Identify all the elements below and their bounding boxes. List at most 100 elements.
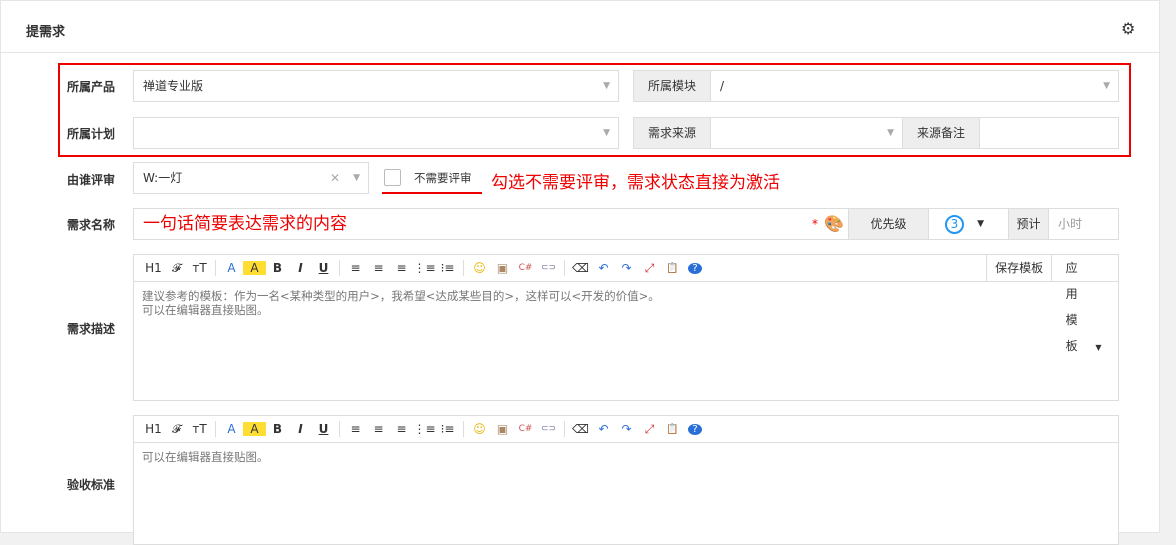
annotation-underline [382, 192, 482, 194]
align-center-icon[interactable]: ≡ [367, 261, 390, 275]
align-left-icon[interactable]: ≡ [344, 422, 367, 436]
eraser-icon[interactable]: ⌫ [569, 261, 592, 275]
font-family-icon[interactable]: 𝓕 [165, 261, 188, 276]
emoticon-icon[interactable]: ☺ [468, 422, 491, 436]
source-note-input[interactable] [979, 117, 1119, 149]
font-family-icon[interactable]: 𝓕 [165, 422, 188, 437]
plan-select[interactable]: ▼ [133, 117, 619, 149]
font-size-icon[interactable]: тT [188, 261, 211, 275]
highlight-icon[interactable]: A [243, 422, 266, 436]
palette-icon[interactable]: 🎨 [824, 209, 844, 239]
fullscreen-icon[interactable]: ⤢ [638, 422, 661, 437]
annotation-text: 勾选不需要评审，需求状态直接为激活 [491, 173, 780, 193]
verify-label: 验收标准 [67, 478, 116, 492]
chevron-down-icon: ▼ [353, 173, 360, 183]
required-mark: * [812, 217, 818, 231]
name-label: 需求名称 [67, 218, 116, 232]
eraser-icon[interactable]: ⌫ [569, 422, 592, 436]
bold-icon[interactable]: B [266, 261, 289, 275]
font-size-icon[interactable]: тT [188, 422, 211, 436]
heading-icon[interactable]: H1 [142, 261, 165, 275]
italic-icon[interactable]: I [289, 261, 312, 275]
source-note-label: 来源备注 [902, 117, 980, 149]
align-right-icon[interactable]: ≡ [390, 261, 413, 275]
story-name-input[interactable]: 一句话简要表达需求的内容 * 🎨 [133, 208, 849, 240]
chevron-down-icon: ▼ [603, 81, 610, 91]
paste-icon[interactable]: 📋 [661, 424, 684, 435]
highlight-icon[interactable]: A [243, 261, 266, 275]
panel-header: 提需求 ⚙ [1, 1, 1161, 53]
heading-icon[interactable]: H1 [142, 422, 165, 436]
chevron-down-icon: ▼ [1103, 81, 1110, 91]
ordered-list-icon[interactable]: ⋮≡ [413, 261, 436, 275]
reviewer-select[interactable]: W:一灯 ✕ ▼ [133, 162, 369, 194]
link-icon[interactable]: ⊂⊃ [537, 424, 560, 434]
apply-template-button[interactable]: 应用模板 ▼ [1051, 255, 1118, 353]
chevron-down-icon: ▼ [977, 219, 984, 229]
create-story-panel: 提需求 ⚙ 所属产品 禅道专业版 ▼ 所属模块 / ▼ 所属计划 ▼ 需求来源 ▼ … [0, 0, 1161, 545]
align-center-icon[interactable]: ≡ [367, 422, 390, 436]
code-icon[interactable]: C# [514, 263, 537, 273]
image-icon[interactable]: ▣ [491, 261, 514, 275]
bold-icon[interactable]: B [266, 422, 289, 436]
priority-select[interactable]: 3 ▼ [928, 208, 1009, 240]
help-icon[interactable]: ? [688, 423, 702, 435]
desc-line: 可以在编辑器直接贴图。 [142, 303, 269, 317]
align-right-icon[interactable]: ≡ [390, 422, 413, 436]
module-select[interactable]: / ▼ [710, 70, 1119, 102]
save-template-button[interactable]: 保存模板 [986, 255, 1051, 282]
gear-icon[interactable]: ⚙ [1121, 19, 1135, 38]
desc-content[interactable]: 建议参考的模板：作为一名<某种类型的用户>，我希望<达成某些目的>，这样可以<开… [134, 282, 1118, 324]
module-value: / [720, 79, 725, 93]
verify-content[interactable]: 可以在编辑器直接贴图。 [134, 443, 1118, 471]
desc-line: 建议参考的模板：作为一名<某种类型的用户>，我希望<达成某些目的>，这样可以<开… [142, 289, 660, 303]
editor-toolbar: H1 𝓕 тT A A B I U ≡ ≡ ≡ ⋮≡ ⁝≡ ☺ ▣ C# ⊂⊃ … [134, 255, 1118, 353]
fullscreen-icon[interactable]: ⤢ [638, 261, 661, 276]
desc-editor[interactable]: H1 𝓕 тT A A B I U ≡ ≡ ≡ ⋮≡ ⁝≡ ☺ ▣ C# ⊂⊃ … [133, 254, 1119, 401]
emoticon-icon[interactable]: ☺ [468, 261, 491, 275]
code-icon[interactable]: C# [514, 424, 537, 434]
ordered-list-icon[interactable]: ⋮≡ [413, 422, 436, 436]
story-name-value: 一句话简要表达需求的内容 [143, 214, 347, 234]
verify-editor[interactable]: H1 𝓕 тT A A B I U ≡ ≡ ≡ ⋮≡ ⁝≡ ☺ ▣ C# ⊂⊃ … [133, 415, 1119, 545]
plan-label: 所属计划 [67, 127, 116, 141]
product-value: 禅道专业版 [143, 79, 204, 93]
priority-value: 3 [945, 215, 964, 234]
template-buttons: 保存模板 应用模板 ▼ [986, 255, 1118, 353]
unordered-list-icon[interactable]: ⁝≡ [436, 422, 459, 436]
redo-icon[interactable]: ↷ [615, 261, 638, 275]
align-left-icon[interactable]: ≡ [344, 261, 367, 275]
chevron-down-icon: ▼ [1095, 343, 1102, 352]
underline-icon[interactable]: U [312, 261, 335, 275]
link-icon[interactable]: ⊂⊃ [537, 263, 560, 273]
italic-icon[interactable]: I [289, 422, 312, 436]
unordered-list-icon[interactable]: ⁝≡ [436, 261, 459, 275]
underline-icon[interactable]: U [312, 422, 335, 436]
desc-label: 需求描述 [67, 322, 116, 336]
source-select[interactable]: ▼ [710, 117, 903, 149]
undo-icon[interactable]: ↶ [592, 422, 615, 436]
product-label: 所属产品 [67, 80, 116, 94]
paste-icon[interactable]: 📋 [661, 263, 684, 274]
font-color-icon[interactable]: A [220, 422, 243, 436]
no-review-label: 不需要评审 [414, 171, 472, 185]
scrollbar[interactable] [1162, 0, 1176, 533]
editor-toolbar: H1 𝓕 тT A A B I U ≡ ≡ ≡ ⋮≡ ⁝≡ ☺ ▣ C# ⊂⊃ … [134, 416, 1118, 443]
estimate-label: 预计 [1008, 208, 1049, 240]
estimate-input[interactable]: 小时 [1048, 208, 1119, 240]
undo-icon[interactable]: ↶ [592, 261, 615, 275]
module-label: 所属模块 [633, 70, 711, 102]
font-color-icon[interactable]: A [220, 261, 243, 275]
priority-label: 优先级 [848, 208, 929, 240]
page-title: 提需求 [26, 25, 66, 40]
no-review-checkbox[interactable] [384, 169, 401, 186]
product-select[interactable]: 禅道专业版 ▼ [133, 70, 619, 102]
help-icon[interactable]: ? [688, 262, 702, 274]
image-icon[interactable]: ▣ [491, 422, 514, 436]
clear-icon[interactable]: ✕ [330, 163, 340, 193]
reviewer-label: 由谁评审 [67, 173, 116, 187]
redo-icon[interactable]: ↷ [615, 422, 638, 436]
chevron-down-icon: ▼ [887, 128, 894, 138]
apply-template-label: 应用模板 [1065, 261, 1078, 353]
chevron-down-icon: ▼ [603, 128, 610, 138]
